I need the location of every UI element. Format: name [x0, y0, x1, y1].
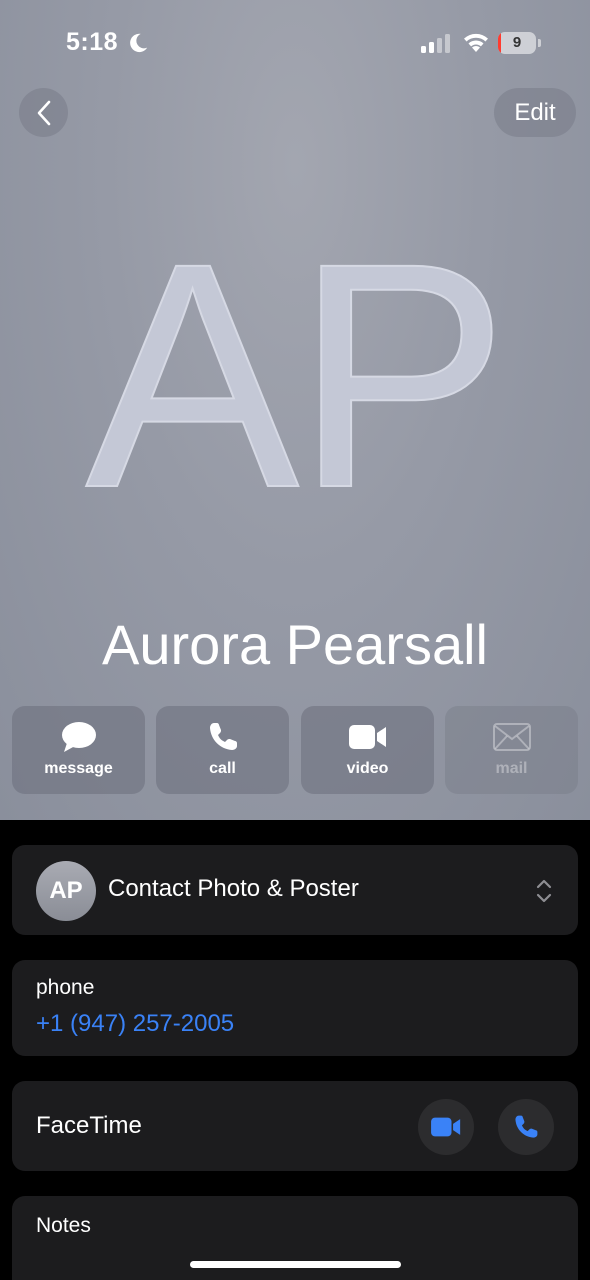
call-button[interactable]: call [156, 706, 289, 794]
envelope-icon [445, 720, 578, 754]
message-button[interactable]: message [12, 706, 145, 794]
contact-poster-header: 5:18 9 Edit AP Aurora Pearsall message c… [0, 0, 590, 820]
chevron-up-down-icon [536, 879, 552, 903]
poster-monogram: AP [85, 196, 510, 554]
battery-indicator: 9 [498, 32, 542, 54]
video-label: video [346, 760, 389, 777]
status-bar: 5:18 9 [0, 0, 590, 88]
home-indicator[interactable] [190, 1261, 401, 1268]
video-button[interactable]: video [301, 706, 434, 794]
chevron-left-icon [37, 100, 50, 125]
avatar: AP [36, 861, 96, 921]
facetime-card: FaceTime [12, 1081, 578, 1171]
facetime-audio-button[interactable] [498, 1099, 554, 1155]
call-label: call [209, 760, 236, 777]
phone-label: phone [36, 976, 95, 999]
facetime-video-button[interactable] [418, 1099, 474, 1155]
message-bubble-icon [12, 720, 145, 754]
battery-percentage: 9 [512, 34, 522, 51]
back-button[interactable] [19, 88, 68, 137]
mail-button[interactable]: mail [445, 706, 578, 794]
contact-photo-poster-row[interactable]: AP Contact Photo & Poster [12, 845, 578, 935]
facetime-label: FaceTime [36, 1112, 142, 1139]
status-time: 5:18 [66, 28, 119, 56]
phone-icon [156, 720, 289, 754]
video-camera-icon [301, 720, 434, 754]
mail-label: mail [495, 760, 528, 777]
notes-label: Notes [36, 1214, 91, 1237]
wifi-icon [464, 33, 488, 52]
contact-name: Aurora Pearsall [102, 613, 488, 676]
focus-moon-icon [130, 33, 148, 53]
message-label: message [44, 760, 113, 777]
phone-number-link[interactable]: +1 (947) 257-2005 [36, 1010, 234, 1038]
phone-card: phone +1 (947) 257-2005 [12, 960, 578, 1056]
battery-cap [538, 39, 541, 47]
cellular-signal-icon [421, 34, 450, 53]
contact-photo-poster-label: Contact Photo & Poster [108, 875, 359, 902]
quick-actions: message call video mail [12, 706, 578, 794]
video-camera-icon [431, 1117, 461, 1137]
battery-body: 9 [498, 32, 536, 54]
phone-icon [515, 1115, 538, 1138]
edit-button[interactable]: Edit [494, 88, 576, 137]
